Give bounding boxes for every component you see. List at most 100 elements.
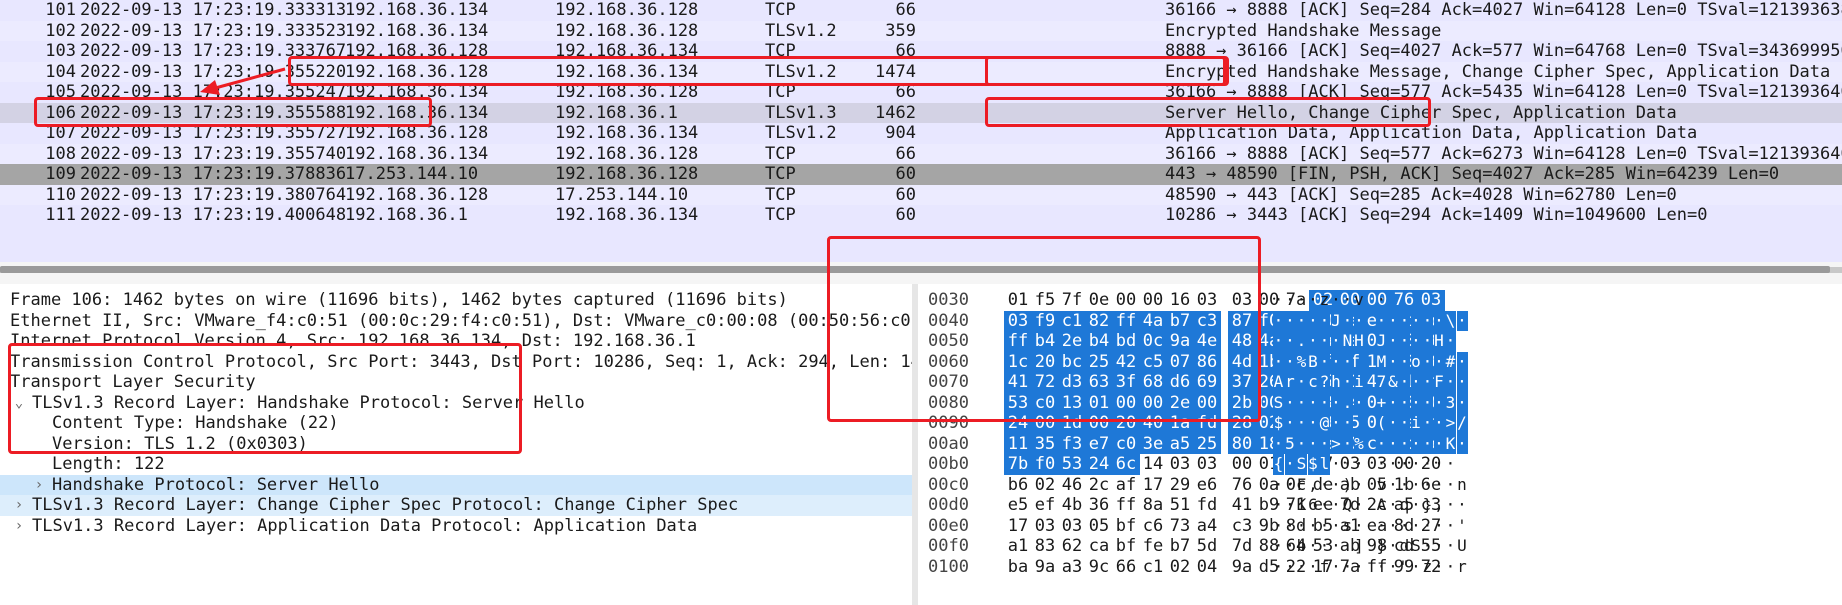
ascii-char[interactable]: · xyxy=(1296,516,1307,537)
ascii-char[interactable]: · xyxy=(1445,454,1456,475)
hex-byte[interactable]: 42 xyxy=(1112,351,1140,372)
hex-byte[interactable]: e5 xyxy=(1004,495,1032,516)
ascii-char[interactable]: · xyxy=(1331,495,1342,516)
ascii-char[interactable]: · xyxy=(1330,392,1342,413)
hex-byte[interactable]: 2b xyxy=(1228,392,1256,413)
ascii-char[interactable]: / xyxy=(1456,413,1468,434)
ascii-char[interactable]: · xyxy=(1273,351,1284,372)
ascii-char[interactable]: · xyxy=(1422,331,1433,352)
hex-byte[interactable]: 80 xyxy=(1228,433,1256,454)
detail-tree-item[interactable]: Frame 106: 1462 bytes on wire (11696 bit… xyxy=(0,290,912,311)
hex-byte[interactable]: 35 xyxy=(1031,433,1059,454)
hex-byte[interactable]: 5d xyxy=(1193,536,1221,557)
hex-byte[interactable]: 03 xyxy=(1004,310,1032,331)
ascii-char[interactable]: · xyxy=(1410,392,1422,413)
ascii-char[interactable]: · xyxy=(1411,495,1422,516)
detail-tree-item[interactable]: Content Type: Handshake (22) xyxy=(0,413,912,434)
ascii-char[interactable]: · xyxy=(1456,310,1468,331)
ascii-char[interactable]: · xyxy=(1354,516,1365,537)
packet-row[interactable]: 105 2022-09-13 17:23:19.355247 192.168.36.… xyxy=(0,82,1842,103)
ascii-char[interactable]: # xyxy=(1445,351,1456,372)
hex-byte[interactable]: 01 xyxy=(1085,392,1113,413)
hex-byte[interactable]: 00 xyxy=(1139,392,1167,413)
hex-byte[interactable]: 03 xyxy=(1166,454,1194,475)
ascii-char[interactable]: · xyxy=(1319,433,1330,454)
ascii-char[interactable]: · xyxy=(1433,310,1445,331)
hex-byte[interactable]: 25 xyxy=(1085,351,1113,372)
hex-byte[interactable]: 51 xyxy=(1166,495,1194,516)
hex-byte[interactable]: 4a xyxy=(1139,310,1167,331)
ascii-char[interactable]: r xyxy=(1457,557,1468,578)
hex-byte[interactable]: b4 xyxy=(1085,331,1113,352)
ascii-char[interactable]: · xyxy=(1285,536,1296,557)
ascii-char[interactable]: s xyxy=(1342,516,1353,537)
ascii-char[interactable]: \ xyxy=(1445,310,1456,331)
hex-byte[interactable]: c3 xyxy=(1193,310,1221,331)
ascii-char[interactable]: · xyxy=(1273,475,1284,496)
ascii-char[interactable]: · xyxy=(1307,413,1319,434)
ascii-char[interactable]: · xyxy=(1399,433,1410,454)
ascii-char[interactable]: · xyxy=(1422,516,1433,537)
hex-byte[interactable]: 8a xyxy=(1139,495,1167,516)
ascii-char[interactable]: · xyxy=(1388,475,1399,496)
ascii-char[interactable]: r xyxy=(1284,372,1296,393)
ascii-char[interactable]: · xyxy=(1273,495,1284,516)
ascii-char[interactable]: · xyxy=(1284,351,1296,372)
hex-byte[interactable]: 7f xyxy=(1058,290,1086,311)
packet-row[interactable]: 102 2022-09-13 17:23:19.333523 192.168.36.… xyxy=(0,20,1842,41)
ascii-char[interactable]: ' xyxy=(1457,516,1468,537)
ascii-char[interactable]: · xyxy=(1354,557,1365,578)
hex-byte[interactable]: 37 xyxy=(1228,372,1256,393)
ascii-char[interactable]: ) xyxy=(1342,475,1353,496)
hex-row[interactable]: 009024001d0020401afd28021169950e3e2f$···… xyxy=(918,413,1842,434)
ascii-char[interactable]: · xyxy=(1308,536,1319,557)
packet-details-pane[interactable]: Frame 106: 1462 bytes on wire (11696 bit… xyxy=(0,284,912,605)
detail-tree-item[interactable]: › TLSv1.3 Record Layer: Change Cipher Spe… xyxy=(0,495,912,516)
ascii-char[interactable]: · xyxy=(1399,413,1410,434)
ascii-char[interactable]: $ xyxy=(1307,454,1319,475)
ascii-char[interactable]: · xyxy=(1410,310,1422,331)
ascii-char[interactable]: · xyxy=(1410,331,1422,352)
ascii-char[interactable]: · xyxy=(1433,392,1445,413)
ascii-char[interactable]: · xyxy=(1387,392,1399,413)
ascii-char[interactable]: · xyxy=(1354,475,1365,496)
ascii-char[interactable]: · xyxy=(1331,536,1342,557)
ascii-char[interactable]: f xyxy=(1319,557,1330,578)
ascii-char[interactable]: i xyxy=(1353,372,1365,393)
ascii-char[interactable]: · xyxy=(1319,475,1330,496)
ascii-char[interactable]: N xyxy=(1342,331,1353,352)
hex-byte[interactable]: 40 xyxy=(1139,413,1167,434)
ascii-char[interactable]: @ xyxy=(1319,413,1330,434)
ascii-char[interactable]: · xyxy=(1445,516,1456,537)
ascii-char[interactable]: · xyxy=(1284,454,1296,475)
ascii-char[interactable]: 3 xyxy=(1445,392,1456,413)
ascii-char[interactable]: · xyxy=(1433,351,1445,372)
hex-byte[interactable]: 00 xyxy=(1228,454,1256,475)
hex-byte[interactable]: bd xyxy=(1112,331,1140,352)
ascii-char[interactable]: · xyxy=(1330,413,1342,434)
ascii-char[interactable]: · xyxy=(1376,516,1387,537)
hex-byte[interactable]: ff xyxy=(1112,310,1140,331)
ascii-char[interactable]: · xyxy=(1285,557,1296,578)
ascii-char[interactable]: , xyxy=(1308,475,1319,496)
ascii-char[interactable]: z xyxy=(1319,290,1330,311)
ascii-char[interactable]: " xyxy=(1399,557,1410,578)
ascii-char[interactable]: J xyxy=(1376,331,1387,352)
hex-byte[interactable]: f3 xyxy=(1058,433,1086,454)
hex-row[interactable]: 0030 01 f5 7f 0e 00 00 16 03 03 00 7a 02 00 00 76 03 · · · ·… xyxy=(918,290,1842,311)
hex-byte[interactable]: 00 xyxy=(1112,392,1140,413)
detail-tree-item[interactable]: › TLSv1.3 Record Layer: Application Data … xyxy=(0,516,912,537)
hex-row[interactable]: 00b07bf053246c1403030001011703030020{·S$… xyxy=(918,454,1842,475)
ascii-char[interactable]: · xyxy=(1387,413,1399,434)
hex-byte[interactable]: 03 xyxy=(1058,516,1086,537)
ascii-char[interactable]: · xyxy=(1399,331,1410,352)
hex-byte[interactable]: 7d xyxy=(1228,536,1256,557)
ascii-char[interactable]: 7 xyxy=(1376,372,1387,393)
ascii-char[interactable]: { xyxy=(1273,454,1284,475)
hex-byte[interactable]: 07 xyxy=(1166,351,1194,372)
packet-row[interactable]: 103 2022-09-13 17:23:19.333767 192.168.36.… xyxy=(0,41,1842,62)
hex-byte[interactable]: 6c xyxy=(1112,454,1140,475)
hex-byte[interactable]: 82 xyxy=(1085,310,1113,331)
ascii-char[interactable]: · xyxy=(1273,536,1284,557)
ascii-char[interactable]: ( xyxy=(1376,413,1387,434)
